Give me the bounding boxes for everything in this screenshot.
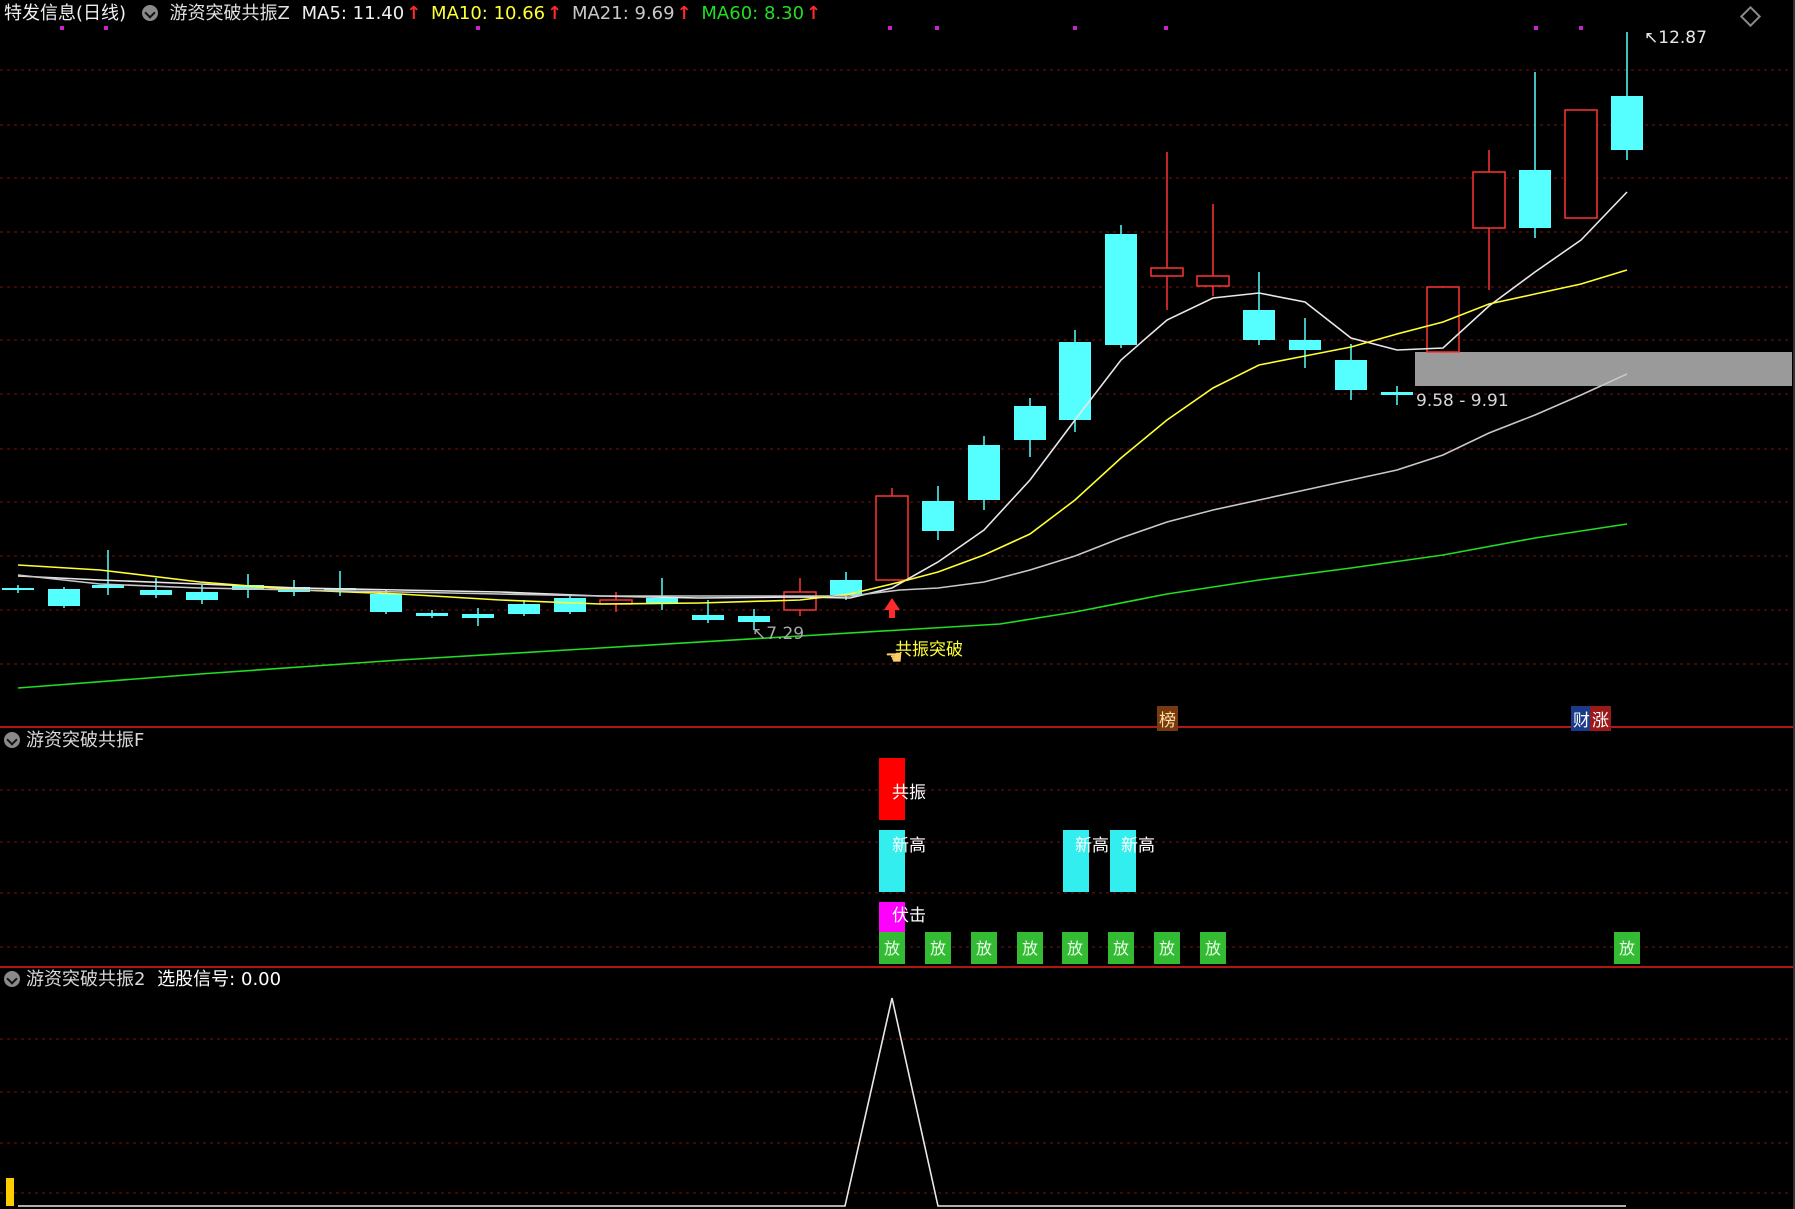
kline-chart-area[interactable]: 放放放放放放放放放 (0, 0, 1795, 1209)
indicator-name[interactable]: 游资突破共振Z (170, 3, 290, 24)
stock-title[interactable]: 特发信息(日线) (4, 3, 126, 24)
candle-body-up (1196, 275, 1230, 287)
marker-dot (935, 26, 939, 30)
candle-body-down (1519, 170, 1551, 228)
candle-body-down (370, 594, 402, 612)
hand-cursor-icon: ☚ (885, 645, 903, 669)
candle-body-down (968, 445, 1000, 500)
xingao-label: 新高 (1121, 836, 1155, 856)
marker-dot (1164, 26, 1168, 30)
up-arrow-icon: ↑ (547, 3, 563, 24)
gongzhen-label: 共振 (892, 783, 926, 803)
ma60-value: MA60: 8.30 (701, 3, 805, 24)
candle-body-down (738, 616, 770, 622)
xingao-label: 新高 (892, 836, 926, 856)
limit-up-tag[interactable]: 涨 (1590, 706, 1611, 731)
candle-body-up (1472, 171, 1506, 229)
candle-body-down (186, 592, 218, 600)
up-arrow-icon: ↑ (806, 3, 822, 24)
candle-body-down (1105, 234, 1137, 345)
candle-body-down (462, 614, 494, 618)
candle-body-down (922, 501, 954, 531)
panel-f-header: 游资突破共振F (4, 730, 144, 752)
ma21-value: MA21: 9.69 (571, 3, 675, 24)
ma60-line (17, 523, 1628, 689)
fang-label: 放 (1159, 939, 1175, 958)
up-arrow-icon: ↑ (406, 3, 422, 24)
panel-2-title[interactable]: 游资突破共振2 (26, 969, 145, 990)
signal-value: 0.00 (241, 969, 282, 990)
fuji-label: 伏击 (892, 906, 926, 926)
bottom-scroll-handle (6, 1178, 14, 1206)
fang-label: 放 (1619, 939, 1635, 958)
marker-dot (1073, 26, 1077, 30)
price-low-label: ↖7.29 (752, 624, 805, 644)
xingao-label: 新高 (1075, 836, 1109, 856)
candle-body-down (1014, 406, 1046, 440)
candle-body-up (1150, 267, 1184, 277)
price-high-label: ↖12.87 (1644, 28, 1707, 48)
candle-body-down (1059, 342, 1091, 420)
main-header: 特发信息(日线) 游资突破共振Z MA5: 11.40 ↑ MA10: 10.66… (4, 3, 821, 25)
fang-label: 放 (976, 939, 992, 958)
signal-name: 选股信号: (157, 969, 236, 990)
zone-range-label: 9.58 - 9.91 (1416, 391, 1509, 411)
fang-label: 放 (1067, 939, 1083, 958)
marker-dot (1534, 26, 1538, 30)
marker-dot (888, 26, 892, 30)
chevron-down-icon[interactable] (141, 5, 158, 21)
candle-body-down (692, 615, 724, 620)
panel-f-title[interactable]: 游资突破共振F (26, 730, 144, 751)
fang-label: 放 (1022, 939, 1038, 958)
marker-dot (1579, 26, 1583, 30)
ma10-line (17, 269, 1628, 605)
list-tag[interactable]: 榜 (1157, 706, 1178, 731)
candle-body-down (2, 588, 34, 590)
candle-body-down (1243, 310, 1275, 340)
fang-label: 放 (1205, 939, 1221, 958)
chevron-down-icon[interactable] (4, 971, 20, 987)
signal-label: 共振突破 (895, 640, 963, 660)
pointer-icon: ↖ (1644, 28, 1659, 48)
fang-label: 放 (930, 939, 946, 958)
ma5-value: MA5: 11.40 (301, 3, 405, 24)
fang-label: 放 (884, 939, 900, 958)
marker-dot (60, 26, 64, 30)
panel-2-header: 游资突破共振2 选股信号: 0.00 (4, 969, 281, 991)
resistance-zone (1415, 352, 1792, 386)
marker-dot (104, 26, 108, 30)
candle-body-down (416, 613, 448, 616)
candle-body-down (554, 598, 586, 612)
candle-body-down (48, 589, 80, 606)
candle-body-down (140, 590, 172, 595)
candle-body-up (1564, 109, 1598, 219)
candle-body-up (875, 495, 909, 581)
signal-up-arrow (884, 598, 900, 618)
finance-tag[interactable]: 财 (1571, 706, 1592, 731)
pointer-icon: ↖ (752, 624, 767, 644)
marker-dot (476, 26, 480, 30)
candle-body-down (1611, 96, 1643, 150)
candle-body-up (1426, 286, 1460, 353)
candle-body-down (508, 604, 540, 614)
candle-body-down (1289, 340, 1321, 350)
candle-body-down (1381, 392, 1413, 395)
ma10-value: MA10: 10.66 (431, 3, 546, 24)
up-arrow-icon: ↑ (676, 3, 692, 24)
chevron-down-icon[interactable] (4, 732, 20, 748)
signal-spike-line (18, 997, 1626, 1207)
fang-label: 放 (1113, 939, 1129, 958)
candle-body-down (1335, 360, 1367, 390)
